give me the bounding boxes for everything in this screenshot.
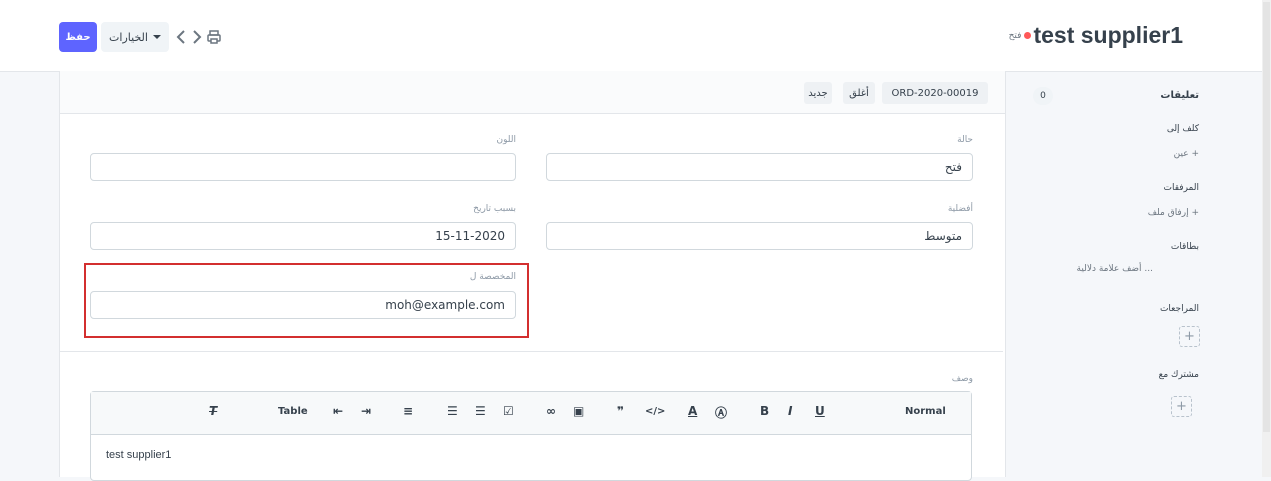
options-dropdown[interactable]: الخيارات	[101, 22, 169, 52]
status-dot	[1024, 32, 1032, 39]
link-icon[interactable]: ∞	[546, 404, 556, 418]
shared-with-label: مشترك مع	[1158, 370, 1199, 380]
page-title: test supplier1	[1033, 22, 1183, 48]
editor-toolbar: T Table ⇤ ⇥ ≡ ☰ ☰ ☑ ∞ ▣ ❞ </> A Ⓐ B I U …	[91, 392, 971, 435]
status-text: فتح	[1008, 30, 1022, 41]
reviews-label: المراجعات	[1159, 304, 1199, 314]
color-field[interactable]	[90, 153, 516, 181]
close-button[interactable]: أغلق	[843, 82, 875, 104]
add-tag-link[interactable]: أضف علامة دلالية ...	[1077, 264, 1153, 274]
priority-label: أفضلية	[947, 204, 973, 214]
clear-format-icon[interactable]: T	[209, 404, 217, 418]
editor-content[interactable]: test supplier1	[106, 449, 171, 461]
attachments-label: المرفقات	[1163, 183, 1199, 193]
text-color-icon[interactable]: A	[688, 404, 697, 418]
save-button[interactable]: حفظ	[59, 22, 97, 52]
chevron-right-icon[interactable]	[190, 29, 204, 45]
text-editor[interactable]: T Table ⇤ ⇥ ≡ ☰ ☰ ☑ ∞ ▣ ❞ </> A Ⓐ B I U …	[90, 391, 972, 481]
comments-count: 0	[1033, 87, 1053, 105]
doc-id-badge[interactable]: ORD-2020-00019	[882, 82, 988, 104]
color-label: اللون	[496, 135, 516, 145]
italic-icon[interactable]: I	[788, 404, 792, 418]
attach-file-link[interactable]: إرفاق ملف +	[1148, 208, 1199, 218]
ordered-list-icon[interactable]: ☰	[447, 404, 458, 418]
indent-icon[interactable]: ⇥	[361, 404, 371, 418]
paragraph-style-select[interactable]: Normal	[905, 406, 946, 417]
status-indicator: فتح	[1009, 31, 1032, 41]
assigned-to-section-label: كلف إلى	[1166, 124, 1199, 134]
document-bar: ORD-2020-00019 أغلق جديد	[60, 71, 1005, 114]
comments-label: تعليقات	[1160, 90, 1199, 101]
bold-icon[interactable]: B	[760, 404, 769, 418]
background-color-icon[interactable]: Ⓐ	[715, 404, 727, 421]
code-icon[interactable]: </>	[645, 406, 665, 417]
scrollbar[interactable]	[1262, 0, 1271, 477]
status-label: حالة	[957, 135, 973, 145]
add-share-button[interactable]: +	[1171, 396, 1192, 417]
add-review-button[interactable]: +	[1179, 326, 1200, 347]
chevron-left-icon[interactable]	[174, 29, 188, 45]
bullet-list-icon[interactable]: ☰	[475, 404, 486, 418]
scrollbar-thumb[interactable]	[1263, 2, 1270, 432]
blockquote-icon[interactable]: ❞	[617, 404, 624, 418]
underline-icon[interactable]: U	[815, 404, 825, 418]
section-divider	[60, 351, 1003, 352]
checklist-icon[interactable]: ☑	[503, 404, 514, 418]
options-label: الخيارات	[109, 30, 148, 44]
align-icon[interactable]: ≡	[403, 404, 413, 418]
assign-link[interactable]: عين +	[1174, 149, 1199, 159]
caret-down-icon	[152, 35, 161, 39]
highlight-box	[84, 263, 529, 338]
image-icon[interactable]: ▣	[573, 404, 584, 418]
priority-select[interactable]: متوسط	[546, 222, 973, 250]
due-date-field[interactable]: 15-11-2020	[90, 222, 516, 250]
tags-label: بطاقات	[1170, 242, 1199, 252]
due-date-label: بسبب تاريخ	[473, 204, 516, 214]
new-button[interactable]: جديد	[804, 82, 832, 104]
status-field[interactable]: فتح	[546, 153, 973, 181]
outdent-icon[interactable]: ⇤	[333, 404, 343, 418]
printer-icon[interactable]	[206, 29, 222, 45]
description-label: وصف	[951, 374, 973, 384]
table-button[interactable]: Table	[278, 406, 308, 417]
page-header: حفظ الخيارات فتح test supplier1	[0, 0, 1262, 72]
title-area: فتح test supplier1	[1009, 22, 1183, 49]
